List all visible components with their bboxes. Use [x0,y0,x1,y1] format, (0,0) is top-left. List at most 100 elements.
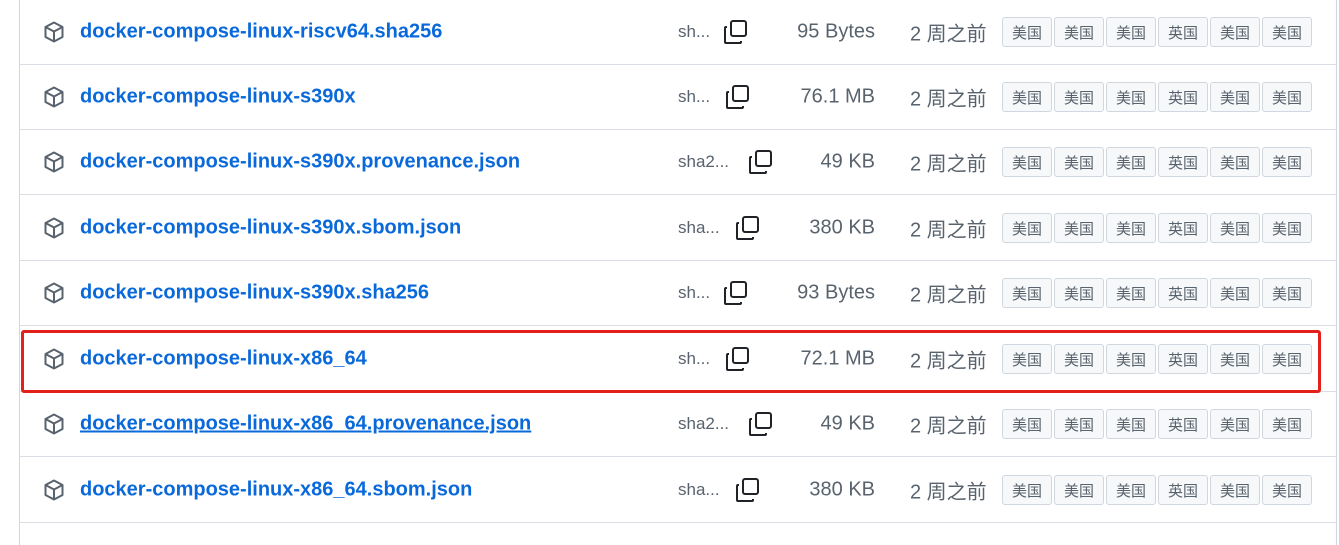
mirror-buttons: 美国 美国 美国 英国 美国 美国 [1002,409,1314,439]
mirror-button[interactable]: 美国 [1002,278,1052,308]
mirror-button[interactable]: 英国 [1158,82,1208,112]
asset-row: docker-compose-linux-riscv64.sha256 sh..… [19,0,1337,65]
mirror-button[interactable]: 美国 [1054,344,1104,374]
copy-icon[interactable] [724,83,752,111]
mirror-button[interactable]: 美国 [1106,475,1156,505]
sha-digest: sh... [678,349,711,368]
asset-name-link[interactable]: docker-compose-linux-riscv64.sha256 [80,21,442,44]
mirror-buttons: 美国 美国 美国 英国 美国 美国 [1002,147,1314,177]
mirror-button[interactable]: 英国 [1158,409,1208,439]
asset-size: 380 KB [809,478,875,501]
mirror-button[interactable]: 美国 [1054,213,1104,243]
asset-size: 49 KB [820,150,875,173]
sha-digest: sha2... [678,152,730,171]
asset-name-link[interactable]: docker-compose-linux-s390x.sbom.json [80,217,461,240]
mirror-button[interactable]: 美国 [1262,278,1312,308]
mirror-button[interactable]: 美国 [1106,344,1156,374]
mirror-button[interactable]: 美国 [1106,213,1156,243]
mirror-button[interactable]: 美国 [1002,213,1052,243]
asset-name-link[interactable]: docker-compose-linux-x86_64.sbom.json [80,479,472,502]
asset-size: 93 Bytes [797,281,875,304]
mirror-button[interactable]: 美国 [1262,82,1312,112]
mirror-button[interactable]: 英国 [1158,344,1208,374]
asset-size: 49 KB [820,412,875,435]
copy-icon[interactable] [722,279,750,307]
sha-digest: sh... [678,22,711,41]
mirror-button[interactable]: 英国 [1158,17,1208,47]
mirror-button[interactable]: 美国 [1262,344,1312,374]
mirror-button[interactable]: 美国 [1210,278,1260,308]
mirror-button[interactable]: 美国 [1002,17,1052,47]
package-icon [44,282,64,304]
mirror-buttons: 美国 美国 美国 英国 美国 美国 [1002,17,1314,47]
mirror-button[interactable]: 美国 [1106,17,1156,47]
asset-date: 2 周之前 [910,415,987,438]
asset-name-link[interactable]: docker-compose-linux-s390x.provenance.js… [80,151,520,174]
asset-date: 2 周之前 [910,88,987,111]
asset-date: 2 周之前 [910,153,987,176]
asset-row-selected: docker-compose-linux-x86_64 sh... 72.1 M… [19,327,1337,392]
asset-row: docker-compose-linux-x86_64.provenance.j… [19,392,1337,457]
mirror-button[interactable]: 美国 [1210,409,1260,439]
mirror-button[interactable]: 美国 [1054,17,1104,47]
asset-row: docker-compose-linux-s390x.sbom.json sha… [19,196,1337,261]
asset-row: docker-compose-linux-s390x sh... 76.1 MB… [19,65,1337,130]
asset-size: 95 Bytes [797,20,875,43]
asset-name-link[interactable]: docker-compose-linux-s390x.sha256 [80,282,429,305]
asset-size: 76.1 MB [800,85,875,108]
asset-name-link[interactable]: docker-compose-linux-x86_64 [80,348,367,371]
mirror-button[interactable]: 美国 [1106,147,1156,177]
mirror-button[interactable]: 美国 [1002,344,1052,374]
copy-icon[interactable] [722,18,750,46]
sha-digest: sh... [678,283,711,302]
asset-row: docker-compose-linux-s390x.provenance.js… [19,130,1337,195]
asset-date: 2 周之前 [910,23,987,46]
copy-icon[interactable] [734,214,762,242]
asset-row: docker-compose-linux-x86_64.sbom.json sh… [19,458,1337,523]
asset-date: 2 周之前 [910,350,987,373]
mirror-button[interactable]: 美国 [1210,213,1260,243]
mirror-button[interactable]: 美国 [1054,147,1104,177]
mirror-button[interactable]: 美国 [1054,475,1104,505]
mirror-button[interactable]: 美国 [1210,475,1260,505]
mirror-button[interactable]: 美国 [1262,409,1312,439]
mirror-button[interactable]: 美国 [1210,344,1260,374]
mirror-button[interactable]: 英国 [1158,147,1208,177]
mirror-button[interactable]: 英国 [1158,475,1208,505]
mirror-button[interactable]: 美国 [1262,147,1312,177]
mirror-button[interactable]: 美国 [1002,409,1052,439]
asset-size: 72.1 MB [800,347,875,370]
mirror-button[interactable]: 美国 [1262,475,1312,505]
copy-icon[interactable] [724,345,752,373]
mirror-button[interactable]: 美国 [1002,147,1052,177]
copy-icon[interactable] [747,410,775,438]
mirror-button[interactable]: 美国 [1210,82,1260,112]
asset-name-link[interactable]: docker-compose-linux-s390x [80,86,356,109]
mirror-button[interactable]: 美国 [1106,82,1156,112]
mirror-button[interactable]: 美国 [1210,17,1260,47]
package-icon [44,348,64,370]
mirror-button[interactable]: 美国 [1262,213,1312,243]
copy-icon[interactable] [747,148,775,176]
package-icon [44,479,64,501]
sha-digest: sha... [678,480,720,499]
mirror-buttons: 美国 美国 美国 英国 美国 美国 [1002,475,1314,505]
mirror-button[interactable]: 美国 [1210,147,1260,177]
sha-digest: sh... [678,87,711,106]
asset-date: 2 周之前 [910,219,987,242]
mirror-button[interactable]: 美国 [1106,278,1156,308]
mirror-button[interactable]: 美国 [1054,409,1104,439]
mirror-button[interactable]: 英国 [1158,213,1208,243]
mirror-buttons: 美国 美国 美国 英国 美国 美国 [1002,344,1314,374]
asset-size: 380 KB [809,216,875,239]
asset-name-link[interactable]: docker-compose-linux-x86_64.provenance.j… [80,413,531,436]
mirror-button[interactable]: 美国 [1106,409,1156,439]
mirror-button[interactable]: 美国 [1262,17,1312,47]
mirror-button[interactable]: 美国 [1002,82,1052,112]
mirror-button[interactable]: 美国 [1054,82,1104,112]
package-icon [44,21,64,43]
copy-icon[interactable] [734,476,762,504]
mirror-button[interactable]: 美国 [1002,475,1052,505]
mirror-button[interactable]: 美国 [1054,278,1104,308]
mirror-button[interactable]: 英国 [1158,278,1208,308]
